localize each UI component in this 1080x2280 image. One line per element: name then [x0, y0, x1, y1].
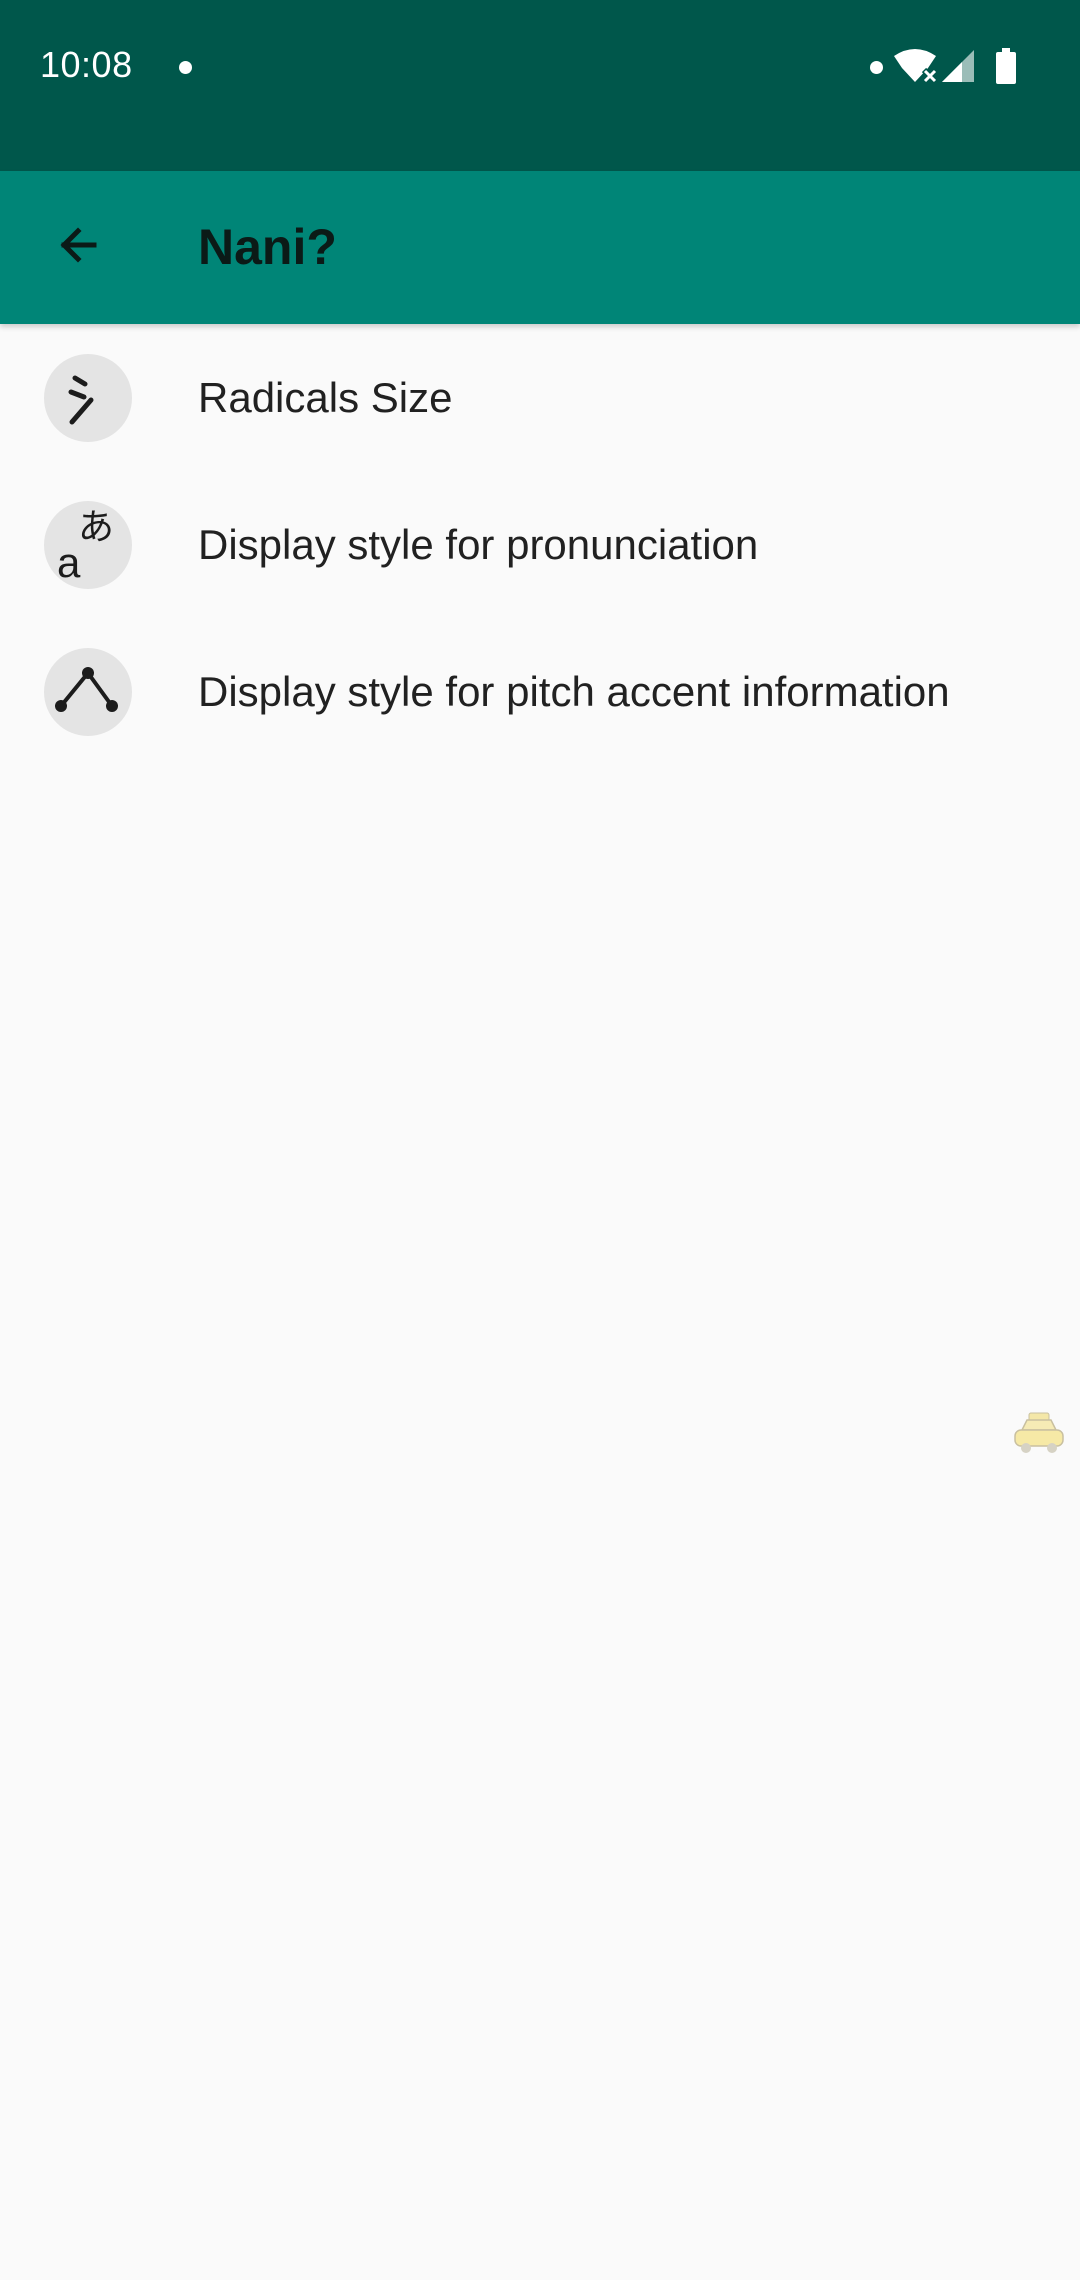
radical-icon — [44, 354, 132, 442]
kana-romaji-icon: あ a — [44, 501, 132, 589]
status-time: 10:08 — [40, 44, 133, 85]
setting-label: Display style for pitch accent informati… — [198, 668, 950, 715]
page-title: Nani? — [198, 219, 337, 275]
status-bar: 10:08 — [0, 0, 1080, 171]
wifi-off-icon — [894, 49, 939, 84]
taxi-icon[interactable] — [1012, 1410, 1066, 1456]
signal-icon — [942, 50, 974, 82]
setting-pronunciation-style[interactable]: あ a Display style for pronunciation — [0, 471, 1080, 618]
setting-label: Radicals Size — [198, 374, 453, 421]
status-dot-icon — [870, 61, 883, 74]
battery-icon — [996, 48, 1016, 84]
arrow-back-icon — [60, 227, 97, 263]
setting-label: Display style for pronunciation — [198, 521, 759, 568]
app-bar: Nani? — [0, 171, 1080, 324]
svg-text:あ: あ — [78, 507, 114, 548]
pitch-accent-icon — [44, 648, 132, 736]
notification-dot-icon — [179, 61, 192, 74]
back-button[interactable] — [36, 203, 120, 287]
status-icons — [894, 48, 1016, 84]
setting-pitch-accent-style[interactable]: Display style for pitch accent informati… — [0, 618, 1080, 765]
setting-radicals-size[interactable]: Radicals Size — [0, 324, 1080, 471]
settings-list: Radicals Size あ a Display style for pron… — [0, 324, 1080, 765]
svg-text:a: a — [57, 539, 81, 586]
